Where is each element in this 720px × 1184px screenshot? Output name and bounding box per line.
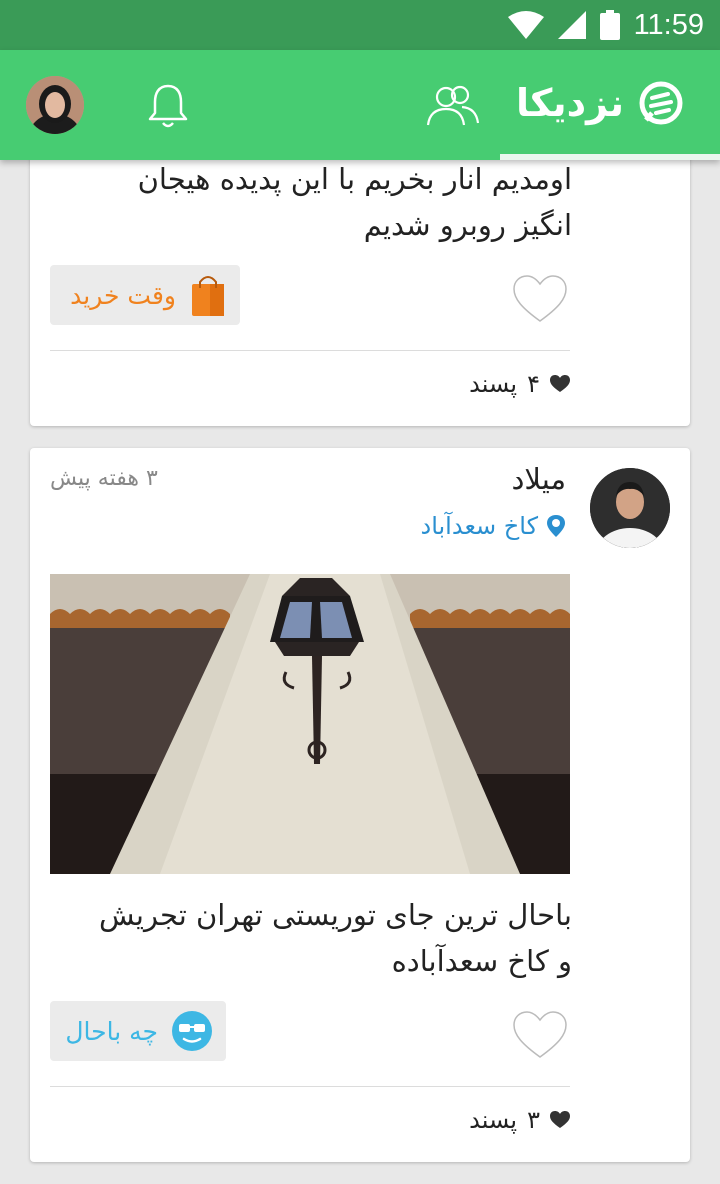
- app-title: نزدیکا: [515, 81, 624, 125]
- author-name[interactable]: میلاد: [511, 462, 566, 496]
- active-tab-indicator: [500, 154, 720, 160]
- battery-icon: [599, 10, 620, 40]
- heart-filled-icon: [550, 375, 570, 392]
- post-card: اومدیم انار بخریم با این پدیده هیجان انگ…: [30, 120, 690, 426]
- cool-face-icon: [172, 1011, 212, 1051]
- location-link[interactable]: کاخ سعدآباد: [421, 512, 567, 540]
- heart-outline-icon[interactable]: [512, 274, 568, 324]
- likes-count[interactable]: ۴ پسند: [469, 370, 570, 398]
- post-image[interactable]: [50, 574, 570, 874]
- status-bar: 11:59: [0, 0, 720, 50]
- likes-label: پسند: [469, 1106, 518, 1134]
- post-text-line: انگیز روبرو شدیم: [363, 208, 572, 242]
- wifi-icon: [507, 11, 544, 39]
- post-text-line: باحال ترین جای توریستی تهران تجریش: [98, 898, 572, 932]
- reaction-label: چه باحال: [65, 1016, 158, 1046]
- reaction-button[interactable]: وقت خرید: [50, 265, 240, 325]
- author-avatar[interactable]: [590, 468, 670, 548]
- divider: [50, 1086, 570, 1087]
- friends-icon[interactable]: [424, 83, 480, 129]
- likes-count[interactable]: ۳ پسند: [469, 1106, 570, 1134]
- app-title-group: نزدیکا: [516, 80, 684, 126]
- divider: [50, 350, 570, 351]
- post-text: باحال ترین جای توریستی تهران تجریش و کاخ…: [70, 892, 572, 984]
- post-text-line: و کاخ سعدآباده: [391, 944, 572, 978]
- reaction-button[interactable]: چه باحال: [50, 1001, 226, 1061]
- cell-signal-icon: [557, 11, 586, 39]
- post-text-line: اومدیم انار بخریم با این پدیده هیجان: [137, 162, 572, 196]
- likes-number: ۴: [527, 370, 540, 398]
- location-label: کاخ سعدآباد: [420, 512, 539, 540]
- post-text: اومدیم انار بخریم با این پدیده هیجان انگ…: [70, 156, 572, 248]
- shopping-bag-icon: [192, 276, 224, 316]
- location-pin-icon: [547, 515, 565, 537]
- likes-label: پسند: [469, 370, 518, 398]
- app-bar: نزدیکا: [0, 50, 720, 160]
- bell-icon[interactable]: [146, 82, 190, 130]
- post-time: ۳ هفته پیش: [50, 466, 158, 491]
- reaction-label: وقت خرید: [70, 280, 176, 310]
- likes-number: ۳: [527, 1106, 540, 1134]
- app-logo-icon: [639, 81, 683, 125]
- heart-filled-icon: [550, 1111, 570, 1128]
- profile-avatar[interactable]: [26, 76, 84, 134]
- post-card: میلاد کاخ سعدآباد ۳ هفته پیش باحال ترین …: [30, 448, 690, 1162]
- status-time: 11:59: [633, 8, 704, 41]
- heart-outline-icon[interactable]: [512, 1010, 568, 1060]
